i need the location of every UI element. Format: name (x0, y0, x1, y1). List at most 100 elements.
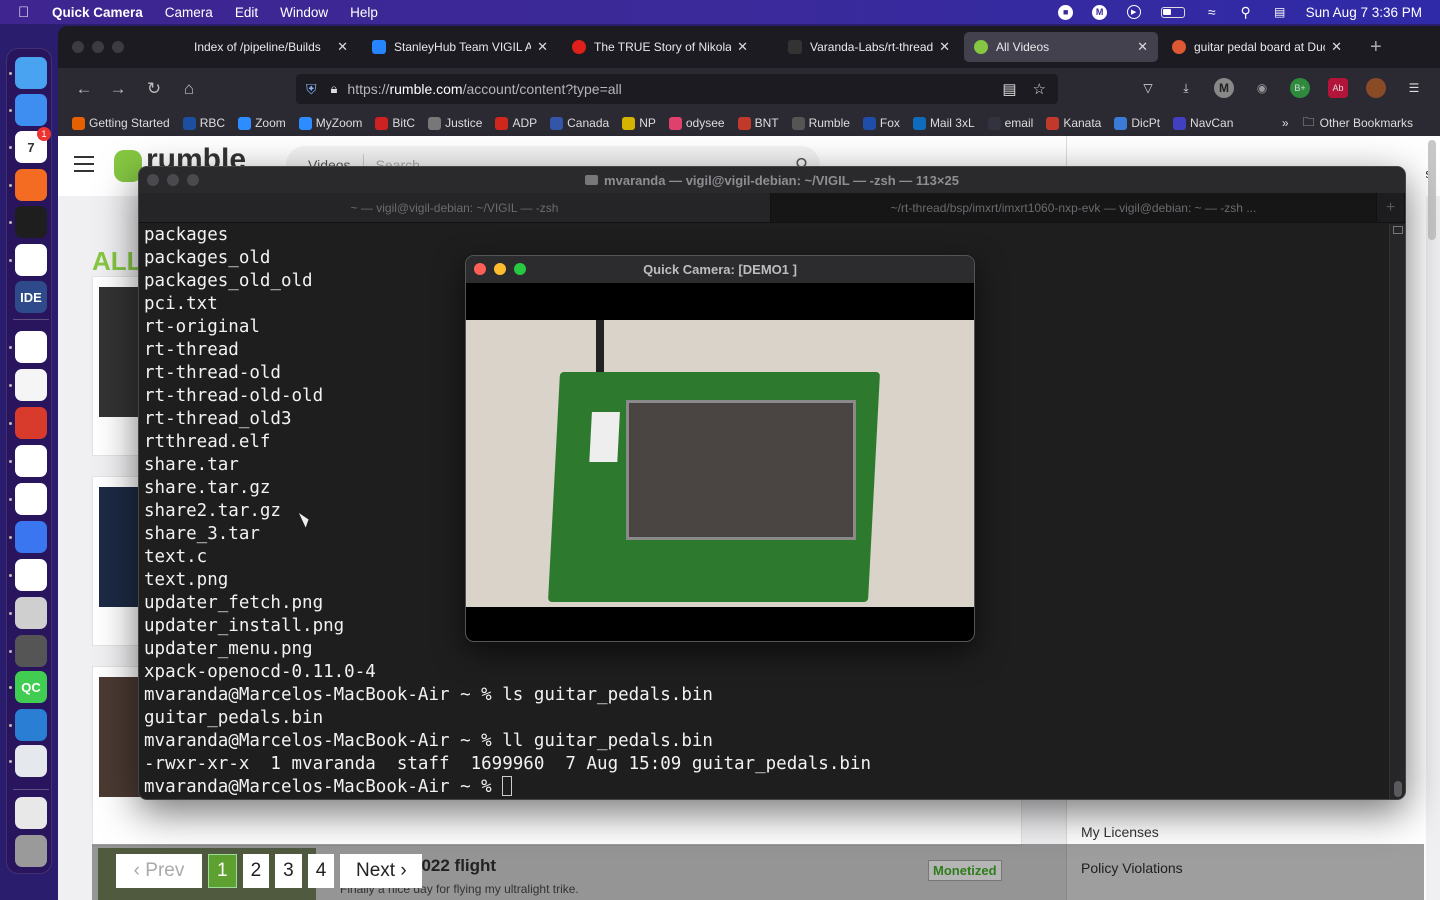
close-tab-icon[interactable]: ✕ (737, 39, 748, 55)
url-bar[interactable]: ⛨ 🔒︎ https://rumble.com/account/content?… (296, 74, 1058, 104)
bookmark-item[interactable]: Justice (428, 116, 482, 130)
scrollbar-thumb[interactable] (1394, 781, 1402, 797)
bookmark-star-icon[interactable]: ☆ (1033, 80, 1046, 98)
cookie-icon[interactable] (1366, 78, 1386, 98)
close-tab-icon[interactable]: ✕ (537, 39, 548, 55)
page-3-button[interactable]: 3 (275, 854, 302, 888)
control-center-icon[interactable]: ▤ (1272, 4, 1288, 20)
browser-tab[interactable]: The TRUE Story of Nikola T ✕ (562, 32, 758, 62)
quick-camera-icon[interactable] (15, 635, 47, 667)
bookmark-item[interactable]: DicPt (1114, 116, 1160, 130)
video-thumbnail[interactable] (99, 487, 143, 607)
video-thumbnail[interactable] (99, 287, 143, 417)
stop-recording-icon[interactable]: ■ (1058, 4, 1074, 20)
bookmarks-overflow-button[interactable]: » (1282, 116, 1289, 130)
hamburger-menu-icon[interactable] (74, 156, 94, 172)
page-4-button[interactable]: 4 (307, 854, 335, 888)
page-2-button[interactable]: 2 (242, 854, 270, 888)
menu-edit[interactable]: Edit (235, 5, 258, 20)
app-menu-icon[interactable]: ☰ (1404, 78, 1424, 98)
remote-desktop-icon[interactable] (15, 407, 47, 439)
search-icon[interactable]: ⚲ (1238, 4, 1254, 20)
terminal-minimize-button[interactable] (167, 174, 179, 186)
bookmark-item[interactable]: Kanata (1046, 116, 1101, 130)
zoom-window-button[interactable] (112, 41, 124, 53)
extension-m-icon[interactable]: M (1214, 78, 1234, 98)
vscode-icon[interactable] (15, 244, 47, 276)
adblock-icon[interactable]: Ab (1328, 78, 1348, 98)
minimize-window-button[interactable] (92, 41, 104, 53)
pocket-icon[interactable]: ▽ (1138, 78, 1158, 98)
other-bookmarks-folder[interactable]: 🗀︎ Other Bookmarks (1303, 113, 1413, 134)
page-scrollbar[interactable] (1428, 140, 1436, 240)
apple-logo-icon[interactable]:  (18, 4, 38, 21)
browser-tab[interactable]: Varanda-Labs/rt-thread: RT ✕ (778, 32, 960, 62)
bookmark-item[interactable]: odysee (668, 116, 725, 130)
tracking-protection-shield-icon[interactable]: ⛨ (306, 81, 317, 98)
close-window-button[interactable] (72, 41, 84, 53)
prev-page-button[interactable]: ‹ Prev (116, 854, 202, 888)
quick-camera-window[interactable]: Quick Camera: [DEMO1 ] (465, 255, 975, 642)
battery-icon[interactable] (1160, 4, 1186, 20)
reader-view-icon[interactable]: ▤ (1002, 80, 1016, 98)
browser-tab[interactable]: All Videos ✕ (964, 32, 1158, 62)
qcam-close-button[interactable] (474, 263, 486, 275)
bookmark-item[interactable]: BitC (375, 116, 415, 130)
slack-icon[interactable] (15, 483, 47, 515)
menu-camera[interactable]: Camera (165, 5, 213, 20)
bookmark-item[interactable]: RBC (182, 116, 225, 130)
new-tab-button[interactable]: + (1370, 36, 1382, 59)
terminal-title-bar[interactable]: mvaranda — vigil@vigil-debian: ~/VIGIL —… (139, 167, 1405, 193)
bookmark-item[interactable]: email (987, 116, 1033, 130)
close-tab-icon[interactable]: ✕ (337, 39, 348, 55)
close-tab-icon[interactable]: ✕ (1331, 39, 1342, 55)
finder-icon[interactable] (15, 57, 47, 89)
extension-green-icon[interactable]: B+ (1290, 78, 1310, 98)
extension-puzzle-icon[interactable]: ◉ (1252, 78, 1272, 98)
home-button[interactable]: ⌂ (179, 79, 199, 99)
split-pane-icon[interactable] (1393, 226, 1403, 234)
mail-icon[interactable] (15, 94, 47, 126)
downloads-icon[interactable]: ⤓ (1176, 78, 1196, 98)
browser-tab[interactable]: guitar pedal board at Duck ✕ (1162, 32, 1352, 62)
bookmark-item[interactable]: Fox (862, 116, 900, 130)
trash-icon[interactable] (15, 835, 47, 867)
back-button[interactable]: ← (74, 79, 94, 99)
ide-icon[interactable]: IDE (15, 281, 47, 313)
terminal-prompt-line[interactable]: mvaranda@Marcelos-MacBook-Air ~ % (144, 776, 871, 799)
bookmark-item[interactable]: NavCan (1173, 116, 1233, 130)
teams-icon[interactable] (15, 559, 47, 591)
terminal-scrollbar[interactable] (1389, 224, 1405, 799)
bookmark-item[interactable]: Canada (550, 116, 609, 130)
qt-creator-icon[interactable]: QC (15, 671, 47, 703)
signal-icon[interactable] (15, 521, 47, 553)
video-title[interactable]: 2022 flight (412, 856, 496, 876)
terminal-tab-2[interactable]: ~/rt-thread/bsp/imxrt/imxrt1060-nxp-evk … (771, 193, 1377, 222)
close-tab-icon[interactable]: ✕ (939, 39, 950, 55)
bookmark-item[interactable]: MyZoom (298, 116, 362, 130)
browser-tab[interactable]: StanleyHub Team VIGIL Ap ✕ (362, 32, 558, 62)
bookmark-item[interactable]: NP (622, 116, 656, 130)
bookmark-item[interactable]: BNT (737, 116, 779, 130)
terminal-tab-1[interactable]: ~ — vigil@vigil-debian: ~/VIGIL — -zsh (139, 193, 771, 222)
malwarebytes-icon[interactable]: M (1092, 4, 1108, 20)
menu-app-name[interactable]: Quick Camera (52, 5, 143, 20)
quick-camera-title-bar[interactable]: Quick Camera: [DEMO1 ] (466, 256, 974, 283)
video-thumbnail[interactable] (99, 677, 143, 797)
bookmark-item[interactable]: ADP (495, 116, 537, 130)
play-circle-icon[interactable]: ▶ (1126, 4, 1142, 20)
forward-button[interactable]: → (108, 79, 128, 99)
outlook-icon[interactable] (15, 331, 47, 363)
bookmark-item[interactable]: Zoom (238, 116, 286, 130)
bookmark-item[interactable]: Getting Started (72, 116, 170, 130)
blank-app-icon[interactable] (15, 745, 47, 777)
downloads-folder-icon[interactable] (15, 797, 47, 829)
close-tab-icon[interactable]: ✕ (1137, 39, 1148, 55)
bookmark-item[interactable]: Mail 3xL (912, 116, 975, 130)
browser-tab[interactable]: Index of /pipeline/Builds ✕ (162, 32, 358, 62)
terminal-icon[interactable] (15, 206, 47, 238)
menu-window[interactable]: Window (280, 5, 328, 20)
bookmark-item[interactable]: Rumble (791, 116, 850, 130)
reload-button[interactable]: ↻ (144, 79, 164, 99)
brave-icon[interactable] (15, 445, 47, 477)
